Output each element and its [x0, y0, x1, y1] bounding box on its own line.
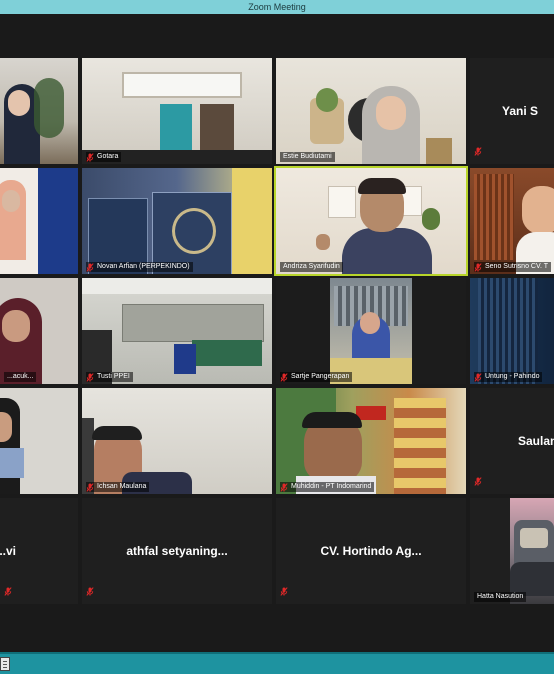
participant-name-tag: Tusti PPEI: [86, 372, 133, 382]
window-title: Zoom Meeting: [248, 2, 306, 12]
mic-muted-icon: [474, 473, 482, 491]
mic-muted-icon: [280, 372, 288, 382]
participant-tile[interactable]: Seno Sutrisno CV. T: [470, 168, 554, 274]
participant-video: [470, 168, 554, 274]
participant-name-tag: Ichsan Maulana: [86, 482, 150, 492]
participant-video: [82, 388, 272, 494]
participant-tile[interactable]: Ichsan Maulana: [82, 388, 272, 494]
participant-name: Seno Sutrisno CV. T: [485, 263, 549, 270]
participant-tile[interactable]: Estie Budiutami: [276, 58, 466, 164]
participant-video: [276, 168, 466, 274]
participant-tile[interactable]: Tusti PPEI: [82, 278, 272, 384]
window-list-icon[interactable]: [0, 657, 10, 671]
participant-name-tag: Seno Sutrisno CV. T: [474, 262, 552, 272]
participant-name: Yani S: [501, 104, 539, 118]
participant-tile[interactable]: ...acuk...: [0, 278, 78, 384]
participant-tile[interactable]: Hatta Nasution: [470, 498, 554, 604]
participant-video: [82, 58, 272, 164]
mic-muted-icon: [280, 482, 288, 492]
participant-tile[interactable]: Sartje Pangerapan: [276, 278, 466, 384]
participant-tile[interactable]: CV. Hortindo Ag...: [276, 498, 466, 604]
taskbar: [0, 654, 554, 674]
mic-muted-icon: [86, 152, 94, 162]
mic-muted-icon: [474, 262, 482, 272]
participant-tile[interactable]: Saulan: [470, 388, 554, 494]
participant-name: Muhiddin - PT Indomarind: [291, 483, 372, 490]
participant-tile[interactable]: Untung - Pahindo: [470, 278, 554, 384]
participant-tile[interactable]: [0, 388, 78, 494]
participant-name: Andriza Syarifudin: [283, 263, 340, 270]
participant-name: ...vi: [0, 544, 17, 558]
participant-name-tag: Muhiddin - PT Indomarind: [280, 482, 375, 492]
window-titlebar[interactable]: Zoom Meeting: [0, 0, 554, 14]
participant-name-tag: Untung - Pahindo: [474, 372, 543, 382]
participant-tile[interactable]: Yani S: [470, 58, 554, 164]
participant-name: Hatta Nasution: [477, 593, 524, 600]
participant-name-tag: Andriza Syarifudin: [280, 262, 343, 272]
gallery-view: Gotara Estie Budiutami Yani S Novan Arfi…: [0, 14, 554, 654]
participant-name: CV. Hortindo Ag...: [320, 544, 422, 558]
participant-video: [276, 58, 466, 164]
participant-name: Saulan: [518, 434, 554, 448]
participant-name-tag: Hatta Nasution: [474, 592, 527, 602]
participant-name: Tusti PPEI: [97, 373, 130, 380]
participant-name: ...acuk...: [7, 373, 34, 380]
participant-tile[interactable]: ...vi: [0, 498, 78, 604]
mic-muted-icon: [474, 143, 482, 161]
participant-name: Untung - Pahindo: [485, 373, 540, 380]
participant-video: [0, 278, 78, 384]
participant-tile[interactable]: [0, 58, 78, 164]
participant-tile-active-speaker[interactable]: Andriza Syarifudin: [274, 166, 468, 276]
participant-name: athfal setyaning...: [126, 544, 228, 558]
participant-tile[interactable]: Novan Arfian (PERPEKINDO): [82, 168, 272, 274]
participant-video: [82, 278, 272, 384]
participant-video: [330, 278, 412, 384]
participant-video: [0, 388, 78, 494]
participant-tile[interactable]: [0, 168, 78, 274]
participant-name: Novan Arfian (PERPEKINDO): [97, 263, 190, 270]
participant-video: [470, 278, 554, 384]
participant-name: Estie Budiutami: [283, 153, 332, 160]
mic-muted-icon: [86, 583, 94, 601]
participant-name-tag: Sartje Pangerapan: [280, 372, 353, 382]
participant-video: [0, 58, 78, 164]
participant-name-tag: Novan Arfian (PERPEKINDO): [86, 262, 193, 272]
participant-name: Gotara: [97, 153, 119, 160]
participant-name-tag: Estie Budiutami: [280, 152, 335, 162]
participant-name-tag: ...acuk...: [4, 372, 37, 382]
participant-tile[interactable]: Muhiddin - PT Indomarind: [276, 388, 466, 494]
participant-video: [276, 388, 466, 494]
participant-name: Ichsan Maulana: [97, 483, 147, 490]
mic-muted-icon: [280, 583, 288, 601]
mic-muted-icon: [86, 482, 94, 492]
participant-name-tag: Gotara: [86, 152, 122, 162]
mic-muted-icon: [474, 372, 482, 382]
mic-muted-icon: [86, 372, 94, 382]
participant-name: Sartje Pangerapan: [291, 373, 350, 380]
mic-muted-icon: [4, 583, 12, 601]
participant-tile[interactable]: Gotara: [82, 58, 272, 164]
participant-tile[interactable]: athfal setyaning...: [82, 498, 272, 604]
participant-video: [510, 498, 554, 604]
participant-video: [0, 168, 78, 274]
mic-muted-icon: [86, 262, 94, 272]
participant-video: [82, 168, 272, 274]
